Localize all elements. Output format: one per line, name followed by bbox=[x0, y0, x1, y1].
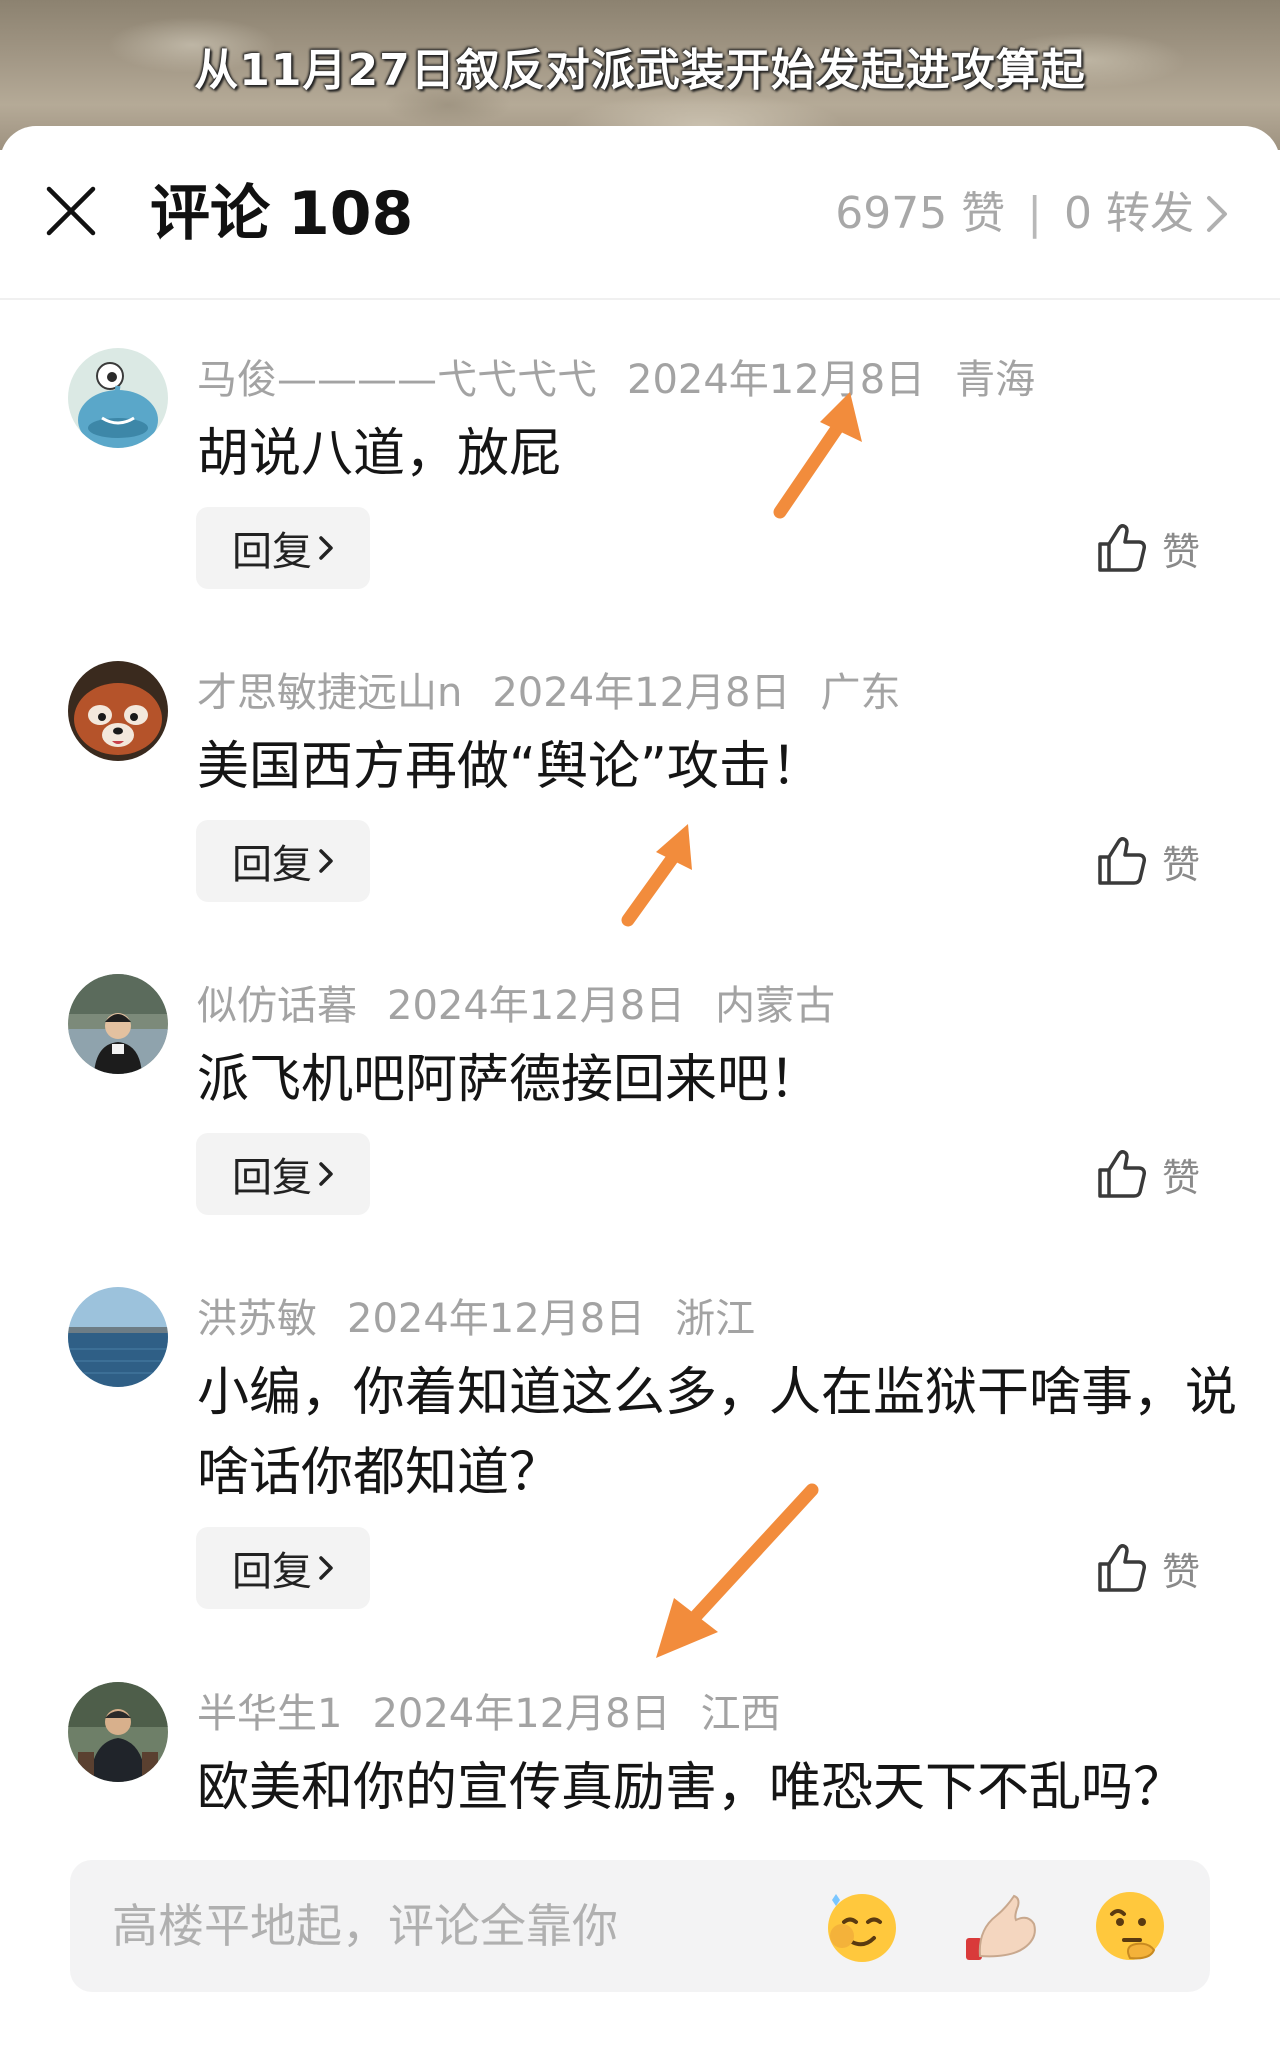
comments-title: 评论 bbox=[150, 179, 270, 249]
thumbs-up-icon bbox=[1098, 1544, 1146, 1592]
stats-divider: | bbox=[1027, 188, 1043, 239]
like-label: 赞 bbox=[1162, 529, 1201, 574]
comment-date: 2024年12月8日 bbox=[387, 983, 686, 1029]
reply-button[interactable]: 回复 bbox=[196, 507, 370, 589]
reply-label: 回复 bbox=[232, 1155, 312, 1201]
reply-label: 回复 bbox=[232, 1549, 312, 1595]
comment-meta: 洪苏敏 2024年12月8日 浙江 bbox=[197, 1291, 785, 1347]
comment-username[interactable]: 似仿话暮 bbox=[197, 983, 357, 1029]
close-button[interactable] bbox=[36, 176, 106, 246]
reply-label: 回复 bbox=[232, 842, 312, 888]
like-button[interactable]: 赞 bbox=[1096, 507, 1216, 589]
like-label: 赞 bbox=[1162, 1549, 1201, 1594]
comment-sheet: 评论 108 6975 赞 | 0 转发 马俊————弋弋弋弋 2024年12月… bbox=[0, 126, 1280, 2065]
reply-button[interactable]: 回复 bbox=[196, 820, 370, 902]
comment-meta: 似仿话暮 2024年12月8日 内蒙古 bbox=[197, 978, 865, 1034]
shares-count: 0 转发 bbox=[1064, 188, 1194, 239]
comment-location: 广东 bbox=[820, 670, 901, 716]
like-button[interactable]: 赞 bbox=[1096, 1527, 1216, 1609]
comment-location: 青海 bbox=[955, 357, 1036, 403]
thinking-emoji-icon bbox=[1096, 1892, 1164, 1960]
chevron-right-icon bbox=[1206, 195, 1228, 233]
comment-username[interactable]: 马俊————弋弋弋弋 bbox=[197, 357, 597, 403]
thumbs-up-icon bbox=[1098, 1150, 1146, 1198]
likes-count: 6975 赞 bbox=[835, 188, 1006, 239]
reply-label: 回复 bbox=[232, 529, 312, 575]
comment-text: 美国西方再做“舆论”攻击！ bbox=[197, 737, 823, 797]
like-button[interactable]: 赞 bbox=[1096, 820, 1216, 902]
smirk-emoji-icon bbox=[828, 1894, 896, 1962]
avatar[interactable] bbox=[68, 1287, 168, 1387]
comment-username[interactable]: 才思敏捷远山n bbox=[197, 670, 462, 716]
comment-input-placeholder: 高楼平地起，评论全靠你 bbox=[112, 1899, 618, 1953]
like-label: 赞 bbox=[1162, 1155, 1201, 1200]
avatar[interactable] bbox=[68, 661, 168, 761]
annotation-arrow-2 bbox=[621, 824, 692, 927]
chevron-right-icon bbox=[318, 534, 334, 562]
reply-button[interactable]: 回复 bbox=[196, 1527, 370, 1609]
seated-man-avatar-icon bbox=[68, 1682, 168, 1782]
comment-date: 2024年12月8日 bbox=[347, 1296, 646, 1342]
comment-date: 2024年12月8日 bbox=[492, 670, 791, 716]
comment-date: 2024年12月8日 bbox=[627, 357, 926, 403]
lake-landscape-avatar-icon bbox=[68, 1287, 168, 1387]
person-outdoor-avatar-icon bbox=[68, 974, 168, 1074]
comment-meta: 半华生1 2024年12月8日 江西 bbox=[197, 1686, 811, 1742]
thumbs-up-icon bbox=[1098, 837, 1146, 885]
comment-location: 江西 bbox=[700, 1691, 781, 1737]
chevron-right-icon bbox=[318, 1160, 334, 1188]
comment-location: 浙江 bbox=[675, 1296, 756, 1342]
red-panda-avatar-icon bbox=[68, 661, 168, 761]
avatar[interactable] bbox=[68, 348, 168, 448]
comment-text: 欧美和你的宣传真励害，唯恐天下不乱吗？ bbox=[197, 1758, 1186, 1818]
comment-username[interactable]: 半华生1 bbox=[197, 1691, 342, 1737]
comment-text: 胡说八道，放屁 bbox=[197, 424, 562, 484]
comment-meta: 马俊————弋弋弋弋 2024年12月8日 青海 bbox=[197, 352, 1065, 408]
post-stats[interactable]: 6975 赞 | 0 转发 bbox=[835, 184, 1228, 244]
avatar[interactable] bbox=[68, 974, 168, 1074]
avatar[interactable] bbox=[68, 1682, 168, 1782]
video-caption: 从11月27日叙反对派武装开始发起进攻算起 bbox=[194, 45, 1086, 96]
page-title: 评论 108 bbox=[150, 178, 413, 250]
comment-text: 派飞机吧阿萨德接回来吧！ bbox=[197, 1050, 822, 1110]
comment-sheet-header: 评论 108 6975 赞 | 0 转发 bbox=[0, 126, 1280, 300]
thumbs-up-icon bbox=[1098, 524, 1146, 572]
pinch-hand-emoji-button[interactable] bbox=[960, 1886, 1040, 1966]
comment-count: 108 bbox=[288, 179, 414, 249]
cartoon-monster-avatar-icon bbox=[68, 348, 168, 448]
comment-date: 2024年12月8日 bbox=[372, 1691, 671, 1737]
comment-text: 小编，你着知道这么多，人在监狱干啥事，说啥话你都知道？ bbox=[197, 1363, 1238, 1503]
reply-button[interactable]: 回复 bbox=[196, 1133, 370, 1215]
comment-input-bar[interactable]: 高楼平地起，评论全靠你 bbox=[70, 1860, 1210, 1992]
thinking-emoji-button[interactable] bbox=[1090, 1886, 1170, 1966]
smirk-emoji-button[interactable] bbox=[822, 1886, 902, 1966]
comment-location: 内蒙古 bbox=[715, 983, 836, 1029]
comment-meta: 才思敏捷远山n 2024年12月8日 广东 bbox=[197, 665, 931, 721]
pinch-hand-emoji-icon bbox=[966, 1894, 1036, 1960]
comment-username[interactable]: 洪苏敏 bbox=[197, 1296, 317, 1342]
like-button[interactable]: 赞 bbox=[1096, 1133, 1216, 1215]
like-label: 赞 bbox=[1162, 842, 1201, 887]
close-icon bbox=[46, 186, 96, 236]
chevron-right-icon bbox=[318, 847, 334, 875]
chevron-right-icon bbox=[318, 1554, 334, 1582]
